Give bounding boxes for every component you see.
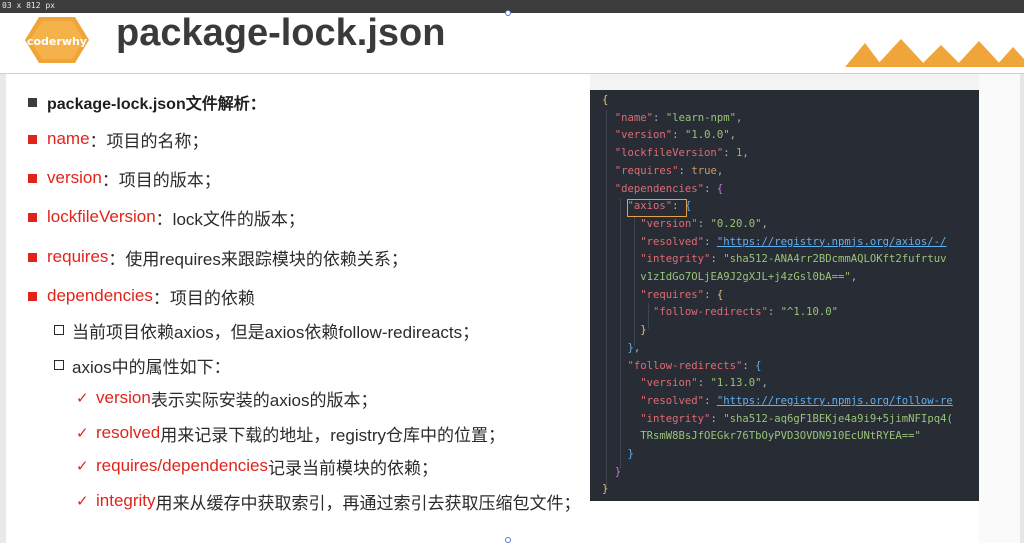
bullet-key: lockfileVersion (47, 207, 156, 226)
bullet-item: lockfileVersion ：lock文件的版本； (28, 205, 305, 229)
sub-bullet-item: 当前项目依赖axios，但是axios依赖follow-redireacts； (54, 318, 479, 342)
check-desc: 用来记录下载的地址，registry仓库中的位置； (160, 425, 505, 445)
checkmark-icon: ✓ (76, 425, 89, 442)
bullet-desc: ：lock文件的版本； (155, 209, 305, 229)
dimension-readout: 03 x 812 px (2, 1, 55, 10)
code-value: "https://registry.npmjs.org/axios/-/ (716, 235, 947, 248)
json-code: { "name": "learn-npm", "version": "1.0.0… (602, 94, 953, 496)
slide-header: coderwhy package-lock.json (0, 12, 1024, 73)
code-value: TRsmW8BsJfOEGkr76TbOyPVD3OVDN910EcUNtRYE… (640, 430, 921, 443)
code-panel-top (590, 74, 979, 90)
bullet-item: name ：项目的名称； (28, 127, 209, 151)
logo-text: coderwhy (26, 35, 87, 48)
mountain-decoration (845, 39, 1024, 67)
square-bullet-icon (28, 212, 37, 222)
bullet-desc: ：项目的名称； (89, 131, 209, 151)
square-bullet-icon (28, 252, 37, 262)
code-value: true (691, 164, 717, 177)
check-key: integrity (96, 491, 156, 510)
check-key: requires/dependencies (96, 456, 269, 475)
check-desc: 表示实际安装的axios的版本； (150, 390, 378, 410)
slide-body: package-lock.json文件解析： name ：项目的名称； vers… (0, 74, 590, 543)
square-bullet-icon (28, 291, 37, 301)
bullet-key: requires (47, 247, 109, 266)
section-heading: package-lock.json文件解析： (47, 96, 266, 113)
right-margin (979, 74, 1024, 543)
bullet-desc: ：项目的版本； (101, 170, 221, 190)
square-bullet-icon (28, 173, 37, 183)
square-bullet-icon (28, 134, 37, 144)
slide-title: package-lock.json (116, 12, 446, 54)
sub-bullet-item: axios中的属性如下： (54, 353, 231, 377)
square-bullet-icon (28, 97, 37, 107)
code-value: "^1.10.0" (780, 306, 839, 319)
bullet-key: dependencies (47, 286, 153, 305)
check-item: ✓ version 表示实际安装的axios的版本； (76, 386, 378, 410)
code-value: "learn-npm" (665, 111, 736, 124)
bullet-item: requires ：使用requires来跟踪模块的依赖关系； (28, 245, 408, 269)
sub-bullet-text: axios中的属性如下： (72, 357, 231, 377)
bullet-item: version ：项目的版本； (28, 166, 221, 190)
check-desc: 记录当前模块的依赖； (268, 458, 439, 478)
code-value: "https://registry.npmjs.org/follow-re (716, 394, 953, 407)
check-desc: 用来从缓存中获取索引，再通过索引去获取压缩包文件； (155, 493, 581, 513)
code-value: "sha512-aq6gF1BEKje4a9i9+5jimNFIpq4( (723, 412, 953, 425)
right-scroll-edge (1020, 74, 1024, 543)
resize-handle-top[interactable] (505, 10, 511, 16)
hollow-square-icon (54, 325, 64, 335)
heading-bullet: package-lock.json文件解析： (28, 90, 266, 114)
code-value: "0.20.0" (710, 217, 762, 230)
hollow-square-icon (54, 360, 64, 370)
sub-bullet-text: 当前项目依赖axios，但是axios依赖follow-redireacts； (72, 322, 480, 342)
check-key: version (96, 388, 151, 407)
code-value: "1.13.0" (710, 377, 762, 390)
code-value: v1zIdGo7OLjEA9J2gXJL+j4zGsl0bA==" (640, 271, 851, 284)
check-item: ✓ integrity 用来从缓存中获取索引，再通过索引去获取压缩包文件； (76, 489, 581, 513)
bullet-desc: ：使用requires来跟踪模块的依赖关系； (108, 249, 408, 269)
check-item: ✓ requires/dependencies 记录当前模块的依赖； (76, 454, 438, 478)
code-value: "1.0.0" (684, 129, 730, 142)
checkmark-icon: ✓ (76, 390, 89, 407)
bullet-item: dependencies ：项目的依赖 (28, 284, 255, 308)
code-editor-panel[interactable]: { "name": "learn-npm", "version": "1.0.0… (590, 90, 979, 501)
resize-handle-bottom[interactable] (505, 537, 511, 543)
check-item: ✓ resolved 用来记录下载的地址，registry仓库中的位置； (76, 421, 505, 445)
check-key: resolved (96, 423, 161, 442)
bullet-desc: ：项目的依赖 (152, 288, 255, 308)
code-value: "sha512-ANA4rr2BDcmmAQLOKft2fufrtuv (723, 253, 947, 266)
checkmark-icon: ✓ (76, 458, 89, 475)
bullet-key: version (47, 168, 102, 187)
bullet-key: name (47, 129, 90, 148)
checkmark-icon: ✓ (76, 493, 89, 510)
code-value: 1 (735, 147, 743, 160)
